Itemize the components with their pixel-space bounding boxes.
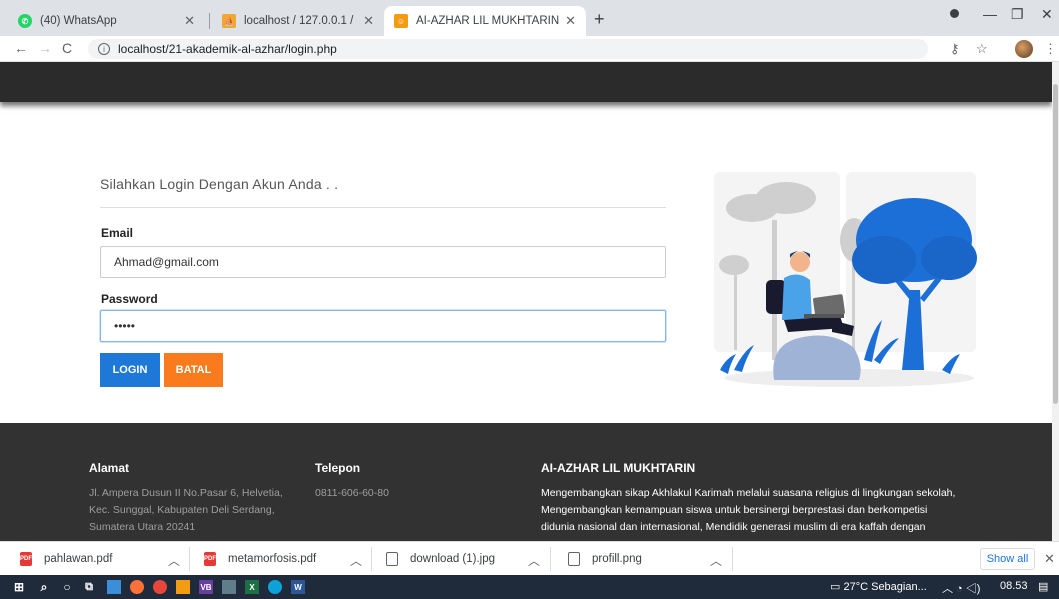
window-close-icon[interactable]: ✕ — [1041, 6, 1053, 23]
clock[interactable]: 08.53 — [1000, 580, 1028, 592]
footer-mission: Mengembangkan sikap Akhlakul Karimah mel… — [541, 485, 975, 536]
download-item[interactable]: profill.png — [568, 542, 642, 576]
pdf-file-icon: PDF — [204, 552, 216, 566]
mission-line: didunia nasional dan internasional, Mend… — [541, 521, 926, 533]
weather-text: 27°C Sebagian... — [843, 581, 927, 593]
downloads-shelf: PDF pahlawan.pdf ︿ PDF metamorfosis.pdf … — [0, 541, 1059, 575]
profile-avatar[interactable] — [1015, 40, 1033, 58]
edge-icon[interactable] — [268, 580, 282, 594]
divider — [100, 207, 666, 208]
password-label: Password — [101, 292, 158, 306]
login-illustration — [714, 172, 977, 387]
task-view-icon[interactable]: ⧉ — [82, 580, 96, 594]
footer-phone: 0811-606-60-80 — [315, 487, 389, 499]
record-indicator-icon[interactable] — [950, 9, 959, 18]
pdf-file-icon: PDF — [20, 552, 32, 566]
file-explorer-icon[interactable] — [107, 580, 121, 594]
page-scrollbar[interactable] — [1052, 62, 1059, 541]
download-item[interactable]: PDF metamorfosis.pdf — [204, 542, 316, 576]
divider — [371, 547, 372, 571]
weather-icon: ▭ — [830, 581, 841, 593]
address-line: Jl. Ampera Dusun II No.Pasar 6, Helvetia… — [89, 487, 283, 499]
chevron-up-icon[interactable]: ︿ — [350, 552, 362, 569]
tab-whatsapp[interactable]: ✆ (40) WhatsApp ✕ — [8, 6, 205, 36]
notification-icon[interactable]: ▤ — [1038, 580, 1048, 593]
download-item[interactable]: PDF pahlawan.pdf — [20, 542, 112, 576]
chevron-up-icon[interactable]: ︿ — [528, 552, 540, 569]
word-icon[interactable]: W — [291, 580, 305, 594]
restore-icon[interactable]: ❐ — [1011, 6, 1024, 23]
forward-icon[interactable]: → — [38, 40, 52, 56]
close-tab-icon[interactable]: ✕ — [565, 13, 576, 29]
chevron-up-icon[interactable]: ︿ — [168, 552, 180, 569]
download-filename: download (1).jpg — [410, 553, 496, 565]
weather-widget[interactable]: ▭ 27°C Sebagian... — [830, 580, 927, 593]
site-footer: Alamat Jl. Ampera Dusun II No.Pasar 6, H… — [0, 423, 1052, 541]
footer-address-heading: Alamat — [89, 461, 130, 475]
address-line: Kec. Sunggal, Kabupaten Deli Serdang, — [89, 504, 275, 516]
site-favicon-icon: ☺ — [394, 14, 408, 28]
email-label: Email — [101, 226, 134, 240]
site-header-bar — [0, 62, 1052, 102]
tab-title: localhost / 127.0.0.1 / db_akadem — [244, 15, 357, 27]
whatsapp-icon: ✆ — [18, 14, 32, 28]
system-tray-icons[interactable]: ︿ ◔ ◁) — [942, 580, 980, 596]
image-file-icon — [568, 552, 580, 566]
download-filename: pahlawan.pdf — [44, 553, 113, 565]
bookmark-star-icon[interactable]: ☆ — [976, 41, 988, 57]
cancel-button[interactable]: BATAL — [164, 353, 223, 387]
windows-taskbar: ⊞ ⌕ ○ ⧉ VB X W ▭ 27°C Sebagian... ︿ ◔ ◁)… — [0, 575, 1059, 599]
site-info-icon[interactable]: i — [98, 43, 110, 55]
new-tab-icon[interactable]: + — [594, 9, 605, 30]
url-text: localhost/21-akademik-al-azhar/login.php — [118, 42, 337, 56]
xampp-icon[interactable] — [176, 580, 190, 594]
back-icon[interactable]: ← — [14, 40, 28, 56]
browser-tab-strip: ✆ (40) WhatsApp ✕ ⛵ localhost / 127.0.0.… — [0, 0, 1059, 36]
cortana-icon[interactable]: ○ — [60, 580, 74, 594]
address-line: Sumatera Utara 20241 — [89, 521, 196, 533]
tab-title: AI-AZHAR LIL MUKHTARIN — [416, 15, 560, 27]
close-tab-icon[interactable]: ✕ — [184, 13, 195, 29]
mission-line: Mengembangkan sikap Akhlakul Karimah mel… — [541, 487, 956, 499]
login-button[interactable]: LOGIN — [100, 353, 160, 387]
reload-icon[interactable]: C — [62, 40, 72, 56]
browser-toolbar: ← → C i localhost/21-akademik-al-azhar/l… — [0, 36, 1059, 62]
close-shelf-icon[interactable]: ✕ — [1044, 551, 1055, 567]
calculator-icon[interactable] — [222, 580, 236, 594]
mission-line: Mengembangkan kemampuan siswa untuk bers… — [541, 504, 928, 516]
phpmyadmin-icon: ⛵ — [222, 14, 236, 28]
image-file-icon — [386, 552, 398, 566]
download-filename: metamorfosis.pdf — [228, 553, 317, 565]
address-bar[interactable]: i localhost/21-akademik-al-azhar/login.p… — [88, 39, 928, 59]
tab-separator — [209, 13, 210, 29]
footer-phone-heading: Telepon — [315, 461, 361, 475]
tab-active-site[interactable]: ☺ AI-AZHAR LIL MUKHTARIN ✕ — [384, 6, 586, 36]
divider — [550, 547, 551, 571]
scrollbar-thumb[interactable] — [1053, 84, 1058, 404]
visual-studio-icon[interactable]: VB — [199, 580, 213, 594]
footer-address: Jl. Ampera Dusun II No.Pasar 6, Helvetia… — [89, 485, 293, 536]
tab-phpmyadmin[interactable]: ⛵ localhost / 127.0.0.1 / db_akadem ✕ — [212, 6, 384, 36]
page-viewport: Silahkan Login Dengan Akun Anda . . Emai… — [0, 62, 1052, 541]
divider — [189, 547, 190, 571]
browser-menu-icon[interactable]: ⋮ — [1044, 41, 1057, 57]
excel-icon[interactable]: X — [245, 580, 259, 594]
login-heading: Silahkan Login Dengan Akun Anda . . — [100, 176, 339, 192]
search-icon[interactable]: ⌕ — [37, 580, 51, 594]
chrome-icon[interactable] — [153, 580, 167, 594]
download-filename: profill.png — [592, 553, 642, 565]
firefox-icon[interactable] — [130, 580, 144, 594]
footer-school-heading: AI-AZHAR LIL MUKHTARIN — [541, 461, 696, 475]
password-key-icon[interactable]: ⚷ — [950, 41, 960, 57]
password-field[interactable] — [100, 310, 666, 342]
minimize-icon[interactable]: — — [983, 6, 997, 22]
email-field[interactable] — [100, 246, 666, 278]
download-item[interactable]: download (1).jpg — [386, 542, 495, 576]
chevron-up-icon[interactable]: ︿ — [710, 552, 722, 569]
tab-title: (40) WhatsApp — [40, 15, 117, 27]
windows-start-icon[interactable]: ⊞ — [12, 580, 26, 594]
divider — [732, 547, 733, 571]
show-all-downloads-button[interactable]: Show all — [980, 548, 1035, 570]
close-tab-icon[interactable]: ✕ — [363, 13, 374, 29]
